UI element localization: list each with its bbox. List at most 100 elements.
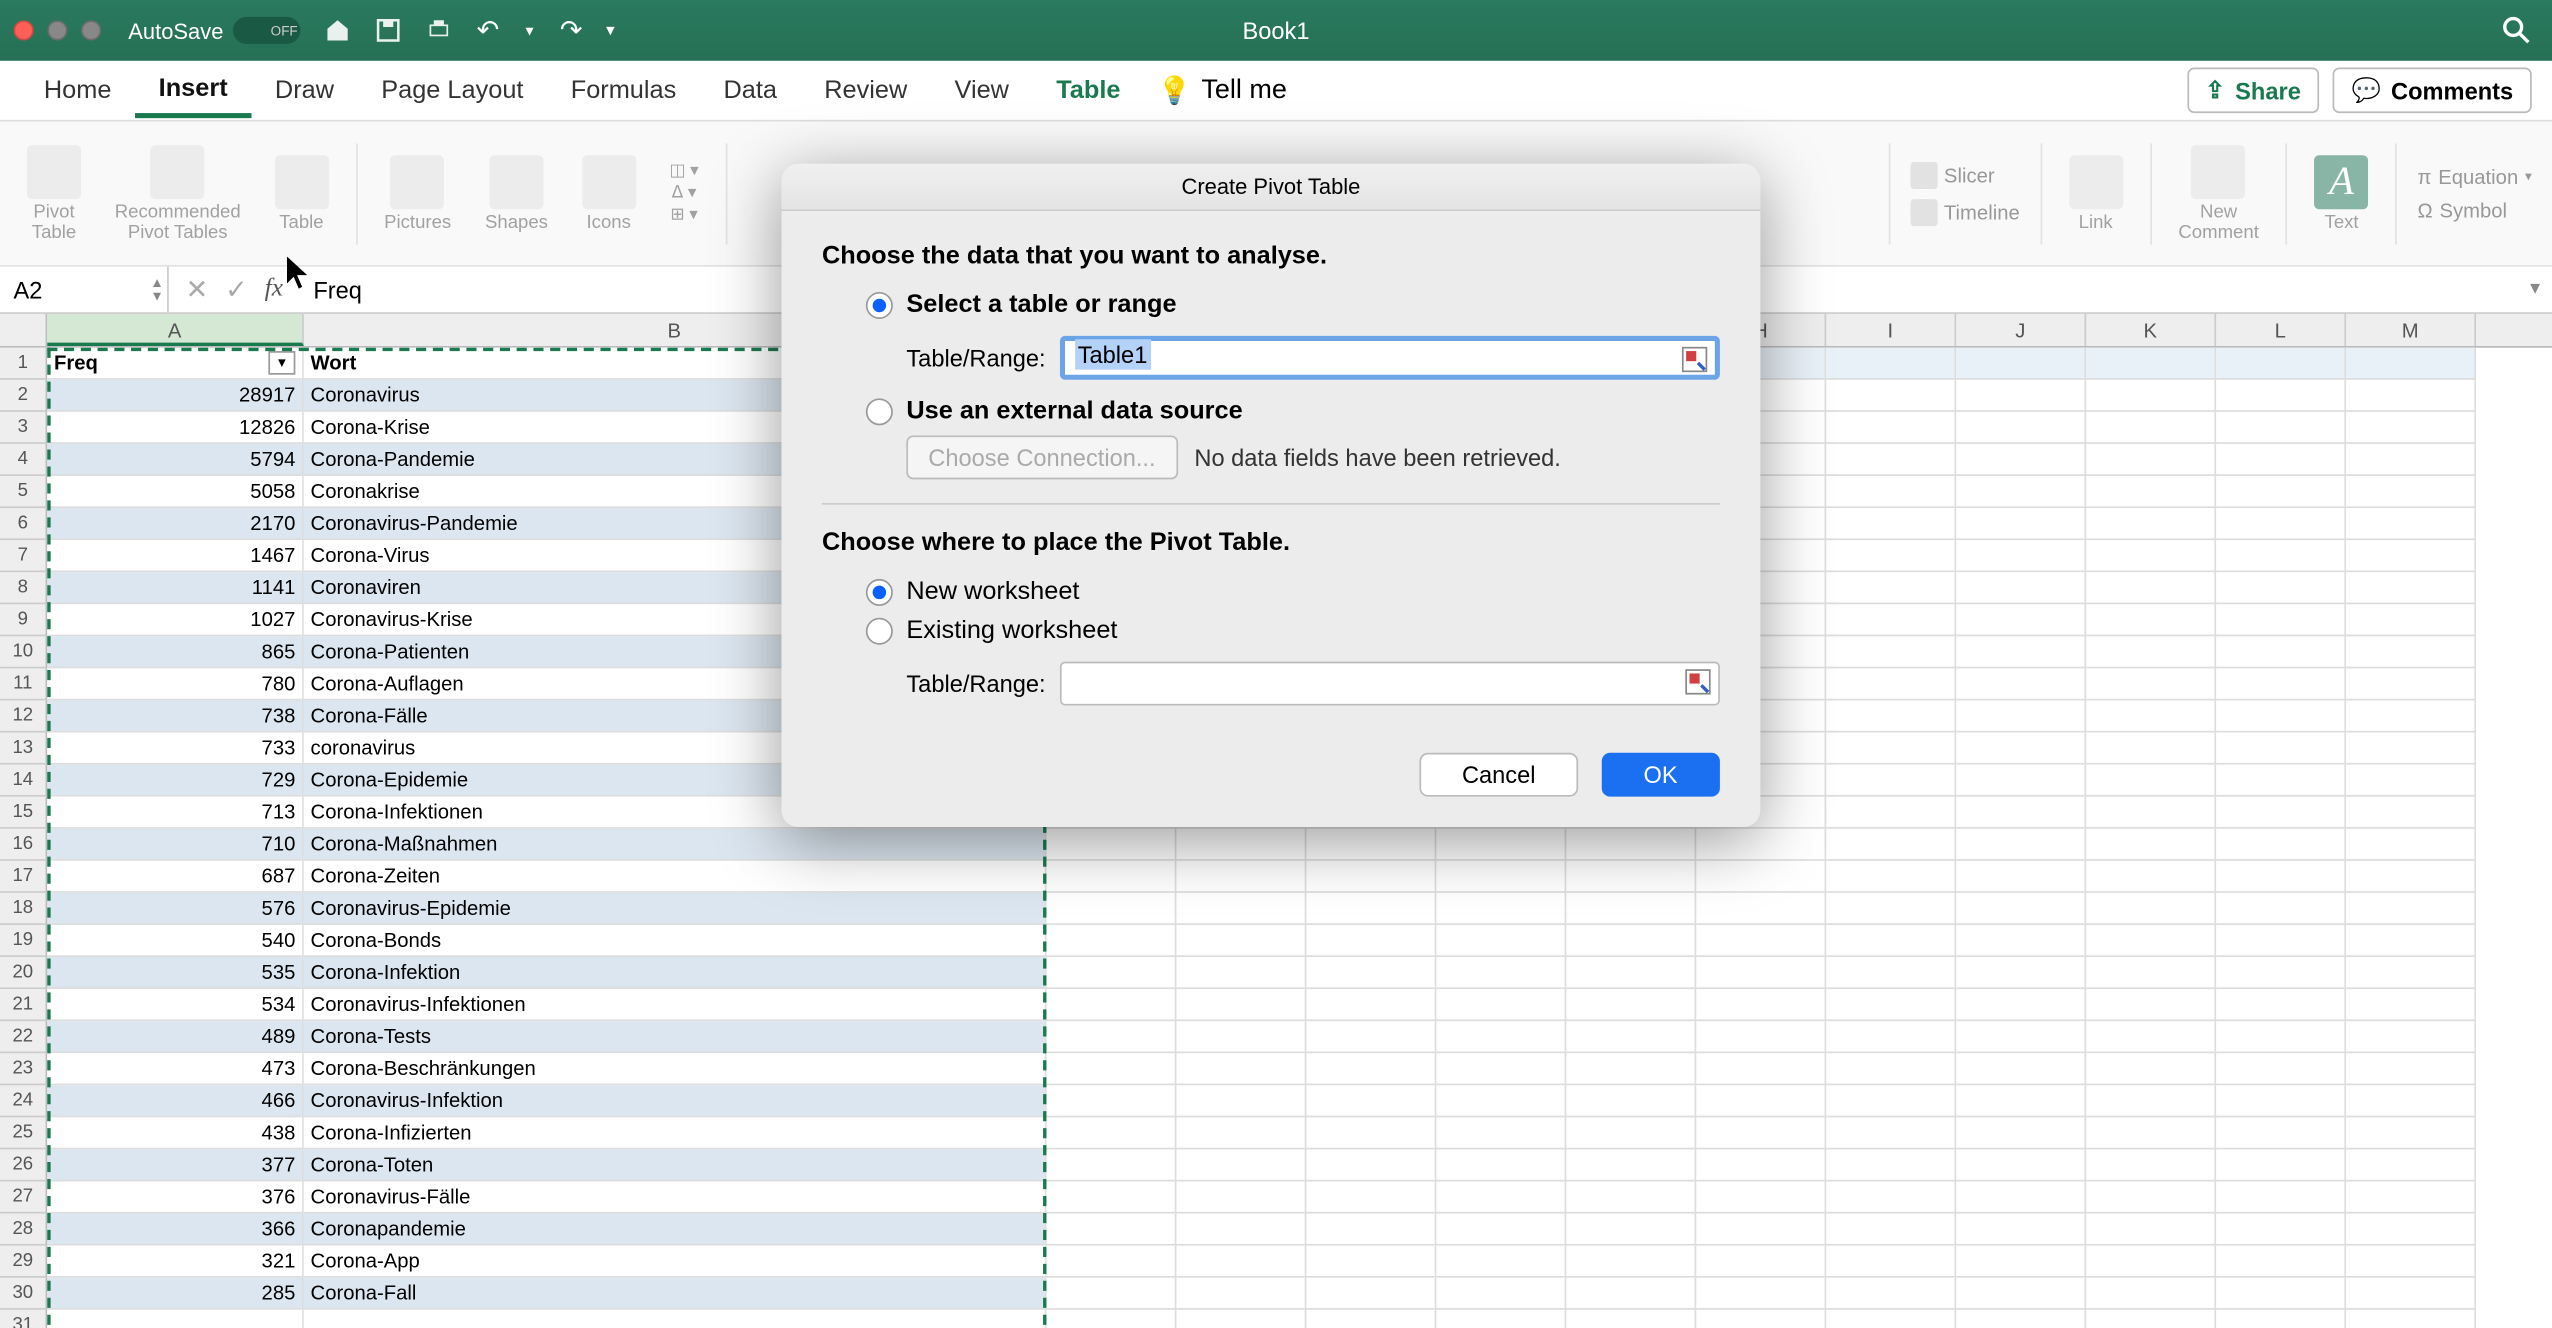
cell[interactable] bbox=[2086, 733, 2216, 765]
cell[interactable]: 5058 bbox=[47, 476, 304, 508]
cell[interactable] bbox=[2086, 348, 2216, 380]
cell[interactable]: 438 bbox=[47, 1117, 304, 1149]
row-header[interactable]: 26 bbox=[0, 1149, 47, 1181]
cell[interactable] bbox=[2086, 829, 2216, 861]
cell[interactable] bbox=[1696, 1149, 1826, 1181]
cell[interactable]: Corona-Infektion bbox=[304, 957, 1047, 989]
cell[interactable] bbox=[2346, 1310, 2476, 1328]
cell[interactable] bbox=[2346, 1278, 2476, 1310]
cell[interactable] bbox=[1956, 765, 2086, 797]
cell[interactable] bbox=[1436, 1310, 1566, 1328]
cell[interactable] bbox=[2346, 989, 2476, 1021]
cell[interactable] bbox=[2086, 957, 2216, 989]
cell[interactable] bbox=[2216, 1278, 2346, 1310]
cell[interactable] bbox=[1826, 957, 1956, 989]
table-row[interactable]: 438Corona-Infizierten bbox=[47, 1117, 2552, 1149]
cell[interactable] bbox=[1696, 1214, 1826, 1246]
cell[interactable] bbox=[1956, 668, 2086, 700]
cell[interactable] bbox=[2346, 476, 2476, 508]
cell[interactable] bbox=[1436, 925, 1566, 957]
ribbon-icons[interactable]: Icons bbox=[568, 151, 649, 235]
cell[interactable] bbox=[1176, 989, 1306, 1021]
cell[interactable] bbox=[1696, 861, 1826, 893]
cell[interactable] bbox=[1566, 925, 1696, 957]
cell[interactable]: 2170 bbox=[47, 508, 304, 540]
cell[interactable] bbox=[1306, 893, 1436, 925]
cell[interactable] bbox=[1826, 604, 1956, 636]
cell[interactable] bbox=[1956, 893, 2086, 925]
cell[interactable]: 535 bbox=[47, 957, 304, 989]
cell[interactable] bbox=[1566, 1085, 1696, 1117]
row-header[interactable]: 30 bbox=[0, 1278, 47, 1310]
radio-existing-worksheet[interactable]: Existing worksheet bbox=[866, 616, 1720, 645]
cell[interactable] bbox=[1566, 989, 1696, 1021]
cell[interactable] bbox=[1176, 1181, 1306, 1213]
cell[interactable]: 738 bbox=[47, 700, 304, 732]
cell[interactable] bbox=[1566, 1310, 1696, 1328]
cell[interactable] bbox=[1436, 1085, 1566, 1117]
cell[interactable] bbox=[2346, 1181, 2476, 1213]
cell[interactable] bbox=[2216, 1214, 2346, 1246]
cell[interactable] bbox=[2086, 380, 2216, 412]
cell[interactable] bbox=[2216, 444, 2346, 476]
row-header[interactable]: 17 bbox=[0, 861, 47, 893]
cell[interactable] bbox=[2216, 508, 2346, 540]
cell[interactable] bbox=[2086, 765, 2216, 797]
cell[interactable] bbox=[1826, 476, 1956, 508]
cell[interactable]: 366 bbox=[47, 1214, 304, 1246]
cell[interactable] bbox=[1956, 733, 2086, 765]
table-row[interactable]: 687Corona-Zeiten bbox=[47, 861, 2552, 893]
cell[interactable] bbox=[1826, 829, 1956, 861]
cell[interactable]: Corona-Tests bbox=[304, 1021, 1047, 1053]
cell[interactable] bbox=[1176, 1246, 1306, 1278]
cell[interactable] bbox=[1696, 989, 1826, 1021]
cell[interactable] bbox=[1696, 829, 1826, 861]
row-header[interactable]: 6 bbox=[0, 508, 47, 540]
table-row[interactable]: 535Corona-Infektion bbox=[47, 957, 2552, 989]
cell[interactable] bbox=[2346, 668, 2476, 700]
row-header[interactable]: 16 bbox=[0, 829, 47, 861]
fx-icon[interactable]: fx bbox=[265, 275, 283, 304]
cell[interactable] bbox=[2216, 733, 2346, 765]
cell[interactable]: 534 bbox=[47, 989, 304, 1021]
cell[interactable] bbox=[1696, 1053, 1826, 1085]
cell[interactable] bbox=[2346, 1117, 2476, 1149]
cell[interactable] bbox=[1046, 1149, 1176, 1181]
column-header-j[interactable]: J bbox=[1956, 314, 2086, 346]
cell[interactable] bbox=[2216, 348, 2346, 380]
cell[interactable] bbox=[1176, 893, 1306, 925]
cell[interactable] bbox=[1306, 1214, 1436, 1246]
cell[interactable] bbox=[1046, 1214, 1176, 1246]
cell[interactable] bbox=[2346, 1085, 2476, 1117]
cell[interactable] bbox=[1176, 957, 1306, 989]
cell[interactable] bbox=[2086, 1085, 2216, 1117]
cell[interactable] bbox=[1566, 1246, 1696, 1278]
cell[interactable] bbox=[2086, 1310, 2216, 1328]
cell[interactable] bbox=[1826, 797, 1956, 829]
row-header[interactable]: 8 bbox=[0, 572, 47, 604]
row-header[interactable]: 4 bbox=[0, 444, 47, 476]
cell[interactable] bbox=[2216, 1246, 2346, 1278]
cell[interactable] bbox=[1956, 1181, 2086, 1213]
cell[interactable] bbox=[2086, 540, 2216, 572]
cell[interactable] bbox=[1696, 893, 1826, 925]
cell[interactable]: Coronavirus-Infektionen bbox=[304, 989, 1047, 1021]
cell[interactable] bbox=[2346, 604, 2476, 636]
cell[interactable]: 729 bbox=[47, 765, 304, 797]
cell[interactable] bbox=[1176, 829, 1306, 861]
cell[interactable]: Freq▾ bbox=[47, 348, 304, 380]
tab-home[interactable]: Home bbox=[20, 66, 135, 115]
cell[interactable] bbox=[1566, 1278, 1696, 1310]
cell[interactable] bbox=[2346, 797, 2476, 829]
cell[interactable] bbox=[2346, 508, 2476, 540]
cell[interactable] bbox=[2086, 925, 2216, 957]
range-picker-icon[interactable] bbox=[1684, 668, 1711, 695]
cell[interactable] bbox=[1826, 444, 1956, 476]
cell[interactable] bbox=[2346, 572, 2476, 604]
cell[interactable] bbox=[1826, 1053, 1956, 1085]
cell[interactable] bbox=[1826, 1214, 1956, 1246]
cell[interactable] bbox=[1306, 925, 1436, 957]
cell[interactable] bbox=[2216, 700, 2346, 732]
cell[interactable] bbox=[1306, 1310, 1436, 1328]
qat-dropdown-icon[interactable]: ▾ bbox=[606, 21, 614, 40]
